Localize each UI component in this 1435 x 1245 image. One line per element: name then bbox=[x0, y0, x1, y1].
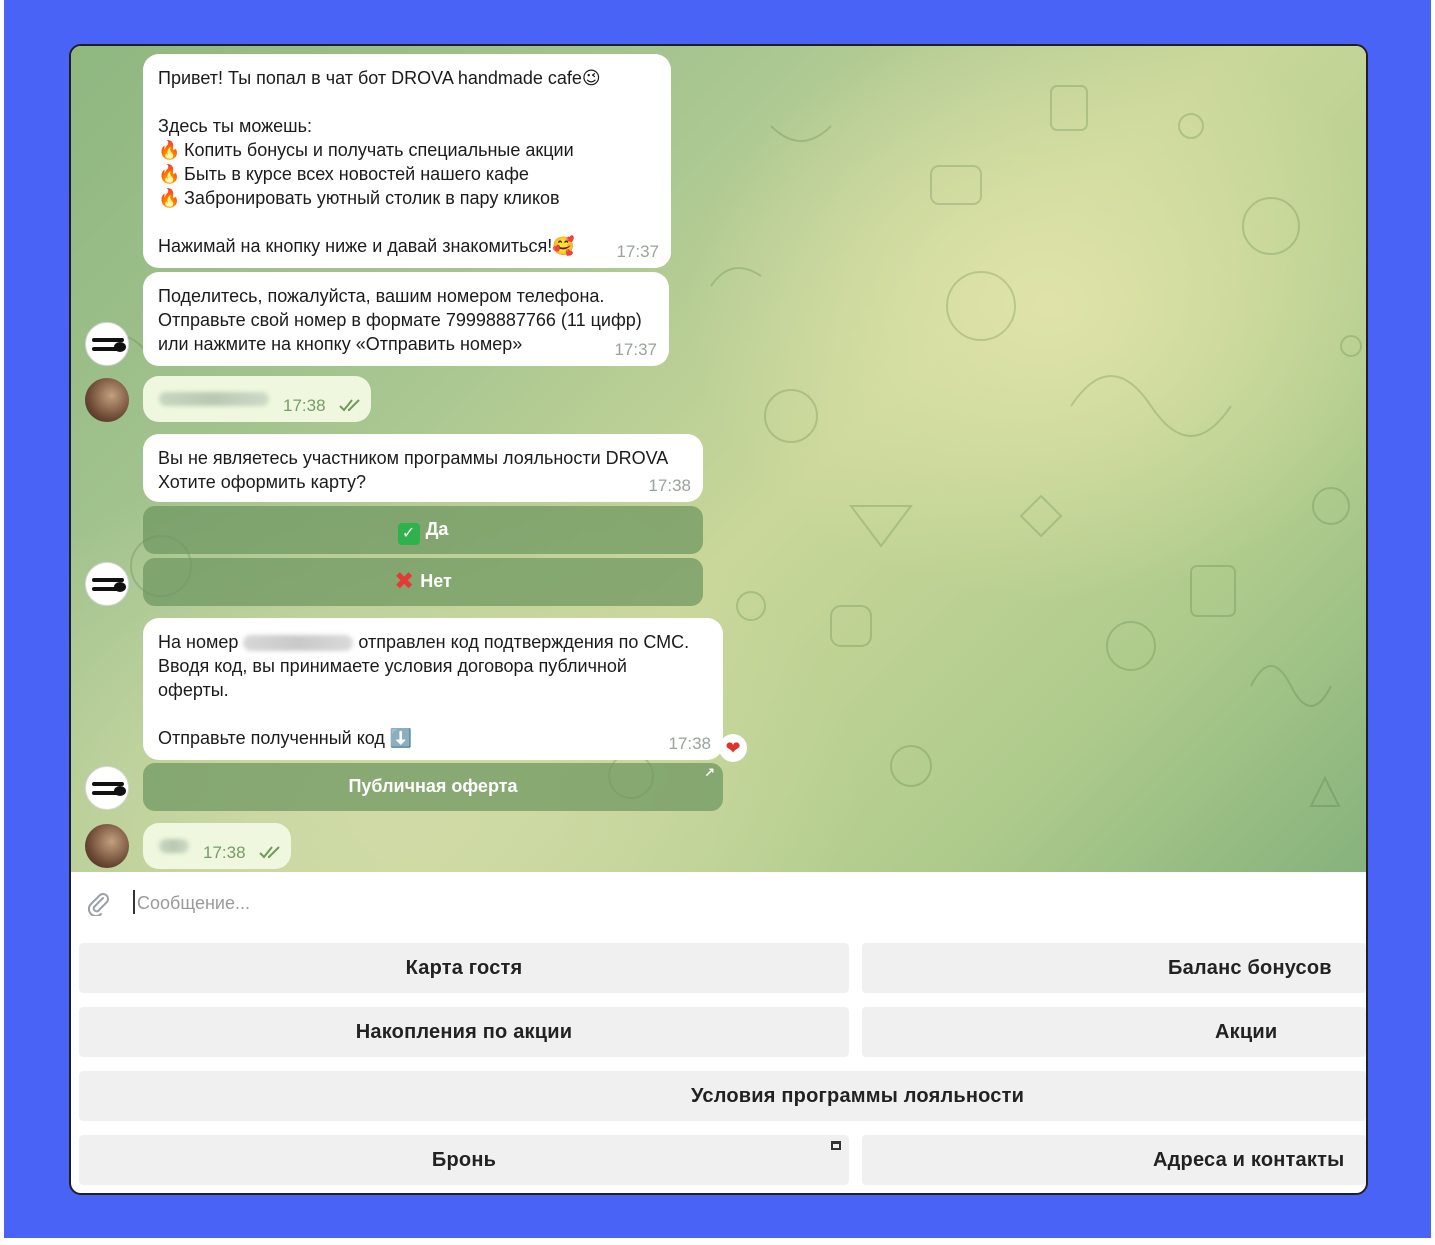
yes-button[interactable]: ✓ Да bbox=[143, 506, 703, 554]
public-offer-link-button[interactable]: Публичная оферта ↗ bbox=[143, 763, 723, 811]
heart-reaction[interactable]: ❤ bbox=[719, 734, 747, 762]
button-label: Нет bbox=[420, 571, 452, 591]
button-label: Акции bbox=[1215, 1021, 1278, 1043]
message-text: оферты. bbox=[158, 680, 229, 700]
redacted-phone bbox=[159, 392, 269, 406]
message-composer bbox=[71, 872, 1366, 934]
message-time: 17:38 bbox=[648, 476, 691, 495]
message-text: Быть в курсе всех новостей нашего кафе bbox=[184, 164, 529, 184]
bot-avatar[interactable] bbox=[85, 562, 129, 606]
message-text: или нажмите на кнопку «Отправить номер» bbox=[158, 334, 523, 354]
message-text: Здесь ты можешь: bbox=[158, 116, 313, 136]
button-label: Бронь bbox=[431, 1149, 497, 1171]
no-button[interactable]: ✖ Нет bbox=[143, 558, 703, 606]
fire-icon: 🔥 bbox=[158, 164, 181, 184]
message-text: На номер bbox=[158, 632, 239, 652]
bot-avatar[interactable] bbox=[85, 766, 129, 810]
guest-card-button[interactable]: Карта гостя bbox=[79, 943, 849, 993]
user-message-phone: 17:38 bbox=[143, 376, 371, 422]
bot-message-sms: На номер отправлен код подтверждения по … bbox=[143, 618, 723, 760]
message-text: Вводя код, вы принимаете условия договор… bbox=[158, 656, 627, 676]
message-time: 17:38 bbox=[283, 396, 326, 415]
chat-history[interactable]: Привет! Ты попал в чат бот DROVA handmad… bbox=[71, 46, 1366, 872]
bot-message-welcome: Привет! Ты попал в чат бот DROVA handmad… bbox=[143, 54, 671, 268]
button-label: Карта гостя bbox=[405, 957, 523, 979]
message-time: 17:37 bbox=[616, 242, 659, 261]
web-app-icon bbox=[831, 1141, 841, 1150]
message-text: Поделитесь, пожалуйста, вашим номером те… bbox=[158, 286, 605, 306]
button-label: Адреса и контакты bbox=[1153, 1149, 1345, 1171]
button-label: Баланс бонусов bbox=[1168, 957, 1332, 979]
message-text: Вы не являетесь участником программы лоя… bbox=[158, 448, 669, 468]
bot-avatar[interactable] bbox=[85, 322, 129, 366]
chat-window: Привет! Ты попал в чат бот DROVA handmad… bbox=[69, 44, 1368, 1195]
paperclip-icon[interactable] bbox=[85, 890, 111, 916]
promo-savings-button[interactable]: Накопления по акции bbox=[79, 1007, 849, 1057]
bot-message-loyalty: Вы не являетесь участником программы лоя… bbox=[143, 434, 703, 502]
message-text: отправлен код подтверждения по СМС. bbox=[358, 632, 690, 652]
user-avatar[interactable] bbox=[85, 824, 129, 868]
message-time: 17:38 bbox=[668, 734, 711, 753]
user-avatar[interactable] bbox=[85, 378, 129, 422]
check-icon: ✓ bbox=[397, 523, 420, 545]
button-label: Да bbox=[425, 519, 449, 539]
double-check-icon bbox=[259, 846, 280, 859]
double-check-icon bbox=[339, 399, 360, 412]
message-text: Забронировать уютный столик в пару клико… bbox=[184, 188, 560, 208]
addresses-contacts-button[interactable]: Адреса и контакты bbox=[862, 1135, 1366, 1185]
button-label: Публичная оферта bbox=[348, 776, 518, 796]
promos-button[interactable]: Акции bbox=[862, 1007, 1366, 1057]
message-text: Отправьте свой номер в формате 799988877… bbox=[158, 310, 642, 330]
message-text: Нажимай на кнопку ниже и давай знакомить… bbox=[158, 236, 575, 256]
fire-icon: 🔥 bbox=[158, 188, 181, 208]
message-input[interactable] bbox=[135, 885, 1039, 921]
cross-icon: ✖ bbox=[394, 568, 415, 595]
booking-button[interactable]: Бронь bbox=[79, 1135, 849, 1185]
message-time: 17:37 bbox=[614, 340, 657, 359]
button-label: Накопления по акции bbox=[355, 1021, 573, 1043]
message-text: Хотите оформить карту? bbox=[158, 472, 367, 492]
redacted-code bbox=[159, 839, 189, 853]
button-label: Условия программы лояльности bbox=[691, 1085, 1025, 1107]
loyalty-terms-button[interactable]: Условия программы лояльности bbox=[79, 1071, 1366, 1121]
fire-icon: 🔥 bbox=[158, 140, 181, 160]
message-text: Привет! Ты попал в чат бот DROVA handmad… bbox=[158, 68, 601, 88]
message-text: Копить бонусы и получать специальные акц… bbox=[184, 140, 574, 160]
message-time: 17:38 bbox=[203, 843, 246, 862]
external-link-icon: ↗ bbox=[704, 765, 715, 780]
message-text: Отправьте полученный код ⬇️ bbox=[158, 728, 413, 748]
redacted-phone bbox=[243, 635, 354, 652]
bonus-balance-button[interactable]: Баланс бонусов bbox=[862, 943, 1366, 993]
bot-message-phone-request: Поделитесь, пожалуйста, вашим номером те… bbox=[143, 272, 669, 366]
user-message-code: 17:38 bbox=[143, 823, 291, 869]
